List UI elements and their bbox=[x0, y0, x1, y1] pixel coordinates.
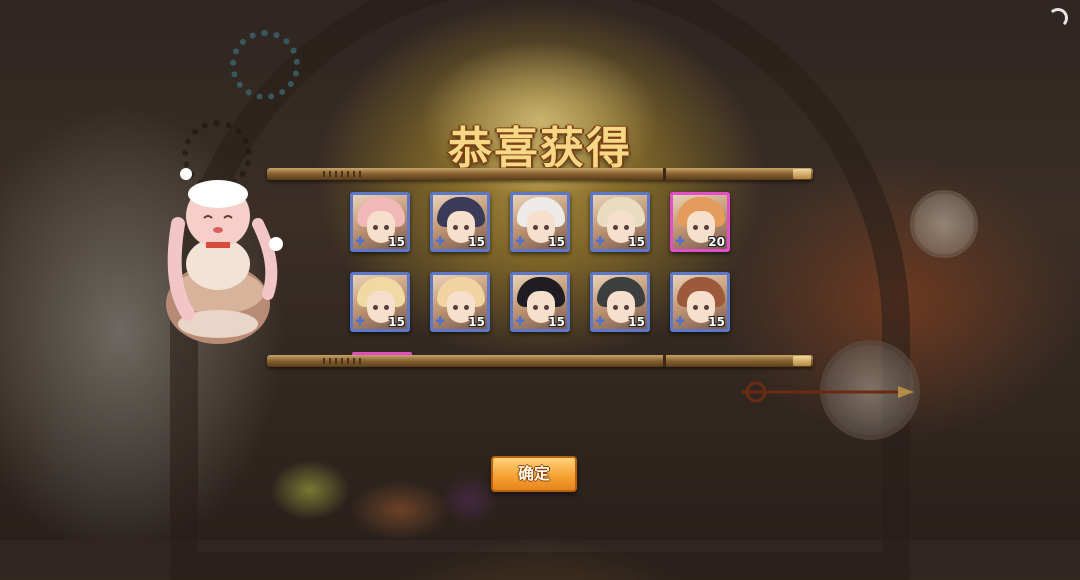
reward-title: 恭喜获得 bbox=[448, 123, 632, 174]
puzzle-piece-icon: ✚ bbox=[595, 314, 606, 328]
reward-item[interactable]: ✚ 15 bbox=[430, 272, 490, 332]
reward-item[interactable]: ✚ 15 bbox=[350, 272, 410, 332]
reward-item[interactable]: ✚ 15 bbox=[590, 192, 650, 252]
mascot-character bbox=[166, 168, 283, 344]
puzzle-piece-icon: ✚ bbox=[355, 234, 366, 248]
puzzle-piece-icon: ✚ bbox=[675, 314, 686, 328]
reward-count: 15 bbox=[548, 235, 565, 249]
puzzle-piece-icon: ✚ bbox=[355, 314, 366, 328]
loading-spinner-icon bbox=[1048, 8, 1068, 28]
reward-item[interactable]: ✚ 20 bbox=[670, 192, 730, 252]
puzzle-piece-icon: ✚ bbox=[675, 234, 686, 248]
reward-item[interactable]: ✚ 15 bbox=[350, 192, 410, 252]
reward-item[interactable]: ✚ 15 bbox=[430, 192, 490, 252]
clock-decoration bbox=[910, 190, 978, 258]
reward-count: 15 bbox=[468, 235, 485, 249]
puzzle-piece-icon: ✚ bbox=[435, 314, 446, 328]
reward-count: 15 bbox=[388, 315, 405, 329]
reward-count: 15 bbox=[548, 315, 565, 329]
gear-decoration bbox=[230, 30, 300, 100]
confirm-button[interactable]: 确定 bbox=[491, 456, 577, 492]
reward-count: 15 bbox=[628, 315, 645, 329]
reward-item[interactable]: ✚ 15 bbox=[590, 272, 650, 332]
reward-count: 15 bbox=[628, 235, 645, 249]
puzzle-piece-icon: ✚ bbox=[515, 234, 526, 248]
top-scroll-rail bbox=[267, 168, 813, 180]
puzzle-piece-icon: ✚ bbox=[595, 234, 606, 248]
reward-count: 20 bbox=[708, 235, 725, 249]
reward-count: 15 bbox=[388, 235, 405, 249]
reward-item[interactable]: ✚ 15 bbox=[510, 272, 570, 332]
puzzle-piece-icon: ✚ bbox=[435, 234, 446, 248]
reward-item[interactable]: ✚ 15 bbox=[510, 192, 570, 252]
reward-count: 15 bbox=[708, 315, 725, 329]
food-pile-decoration bbox=[250, 440, 510, 540]
bottom-scroll-rail bbox=[267, 355, 813, 367]
puzzle-piece-icon: ✚ bbox=[515, 314, 526, 328]
clock-hand-decoration bbox=[742, 381, 914, 403]
reward-count: 15 bbox=[468, 315, 485, 329]
reward-item[interactable]: ✚ 15 bbox=[670, 272, 730, 332]
